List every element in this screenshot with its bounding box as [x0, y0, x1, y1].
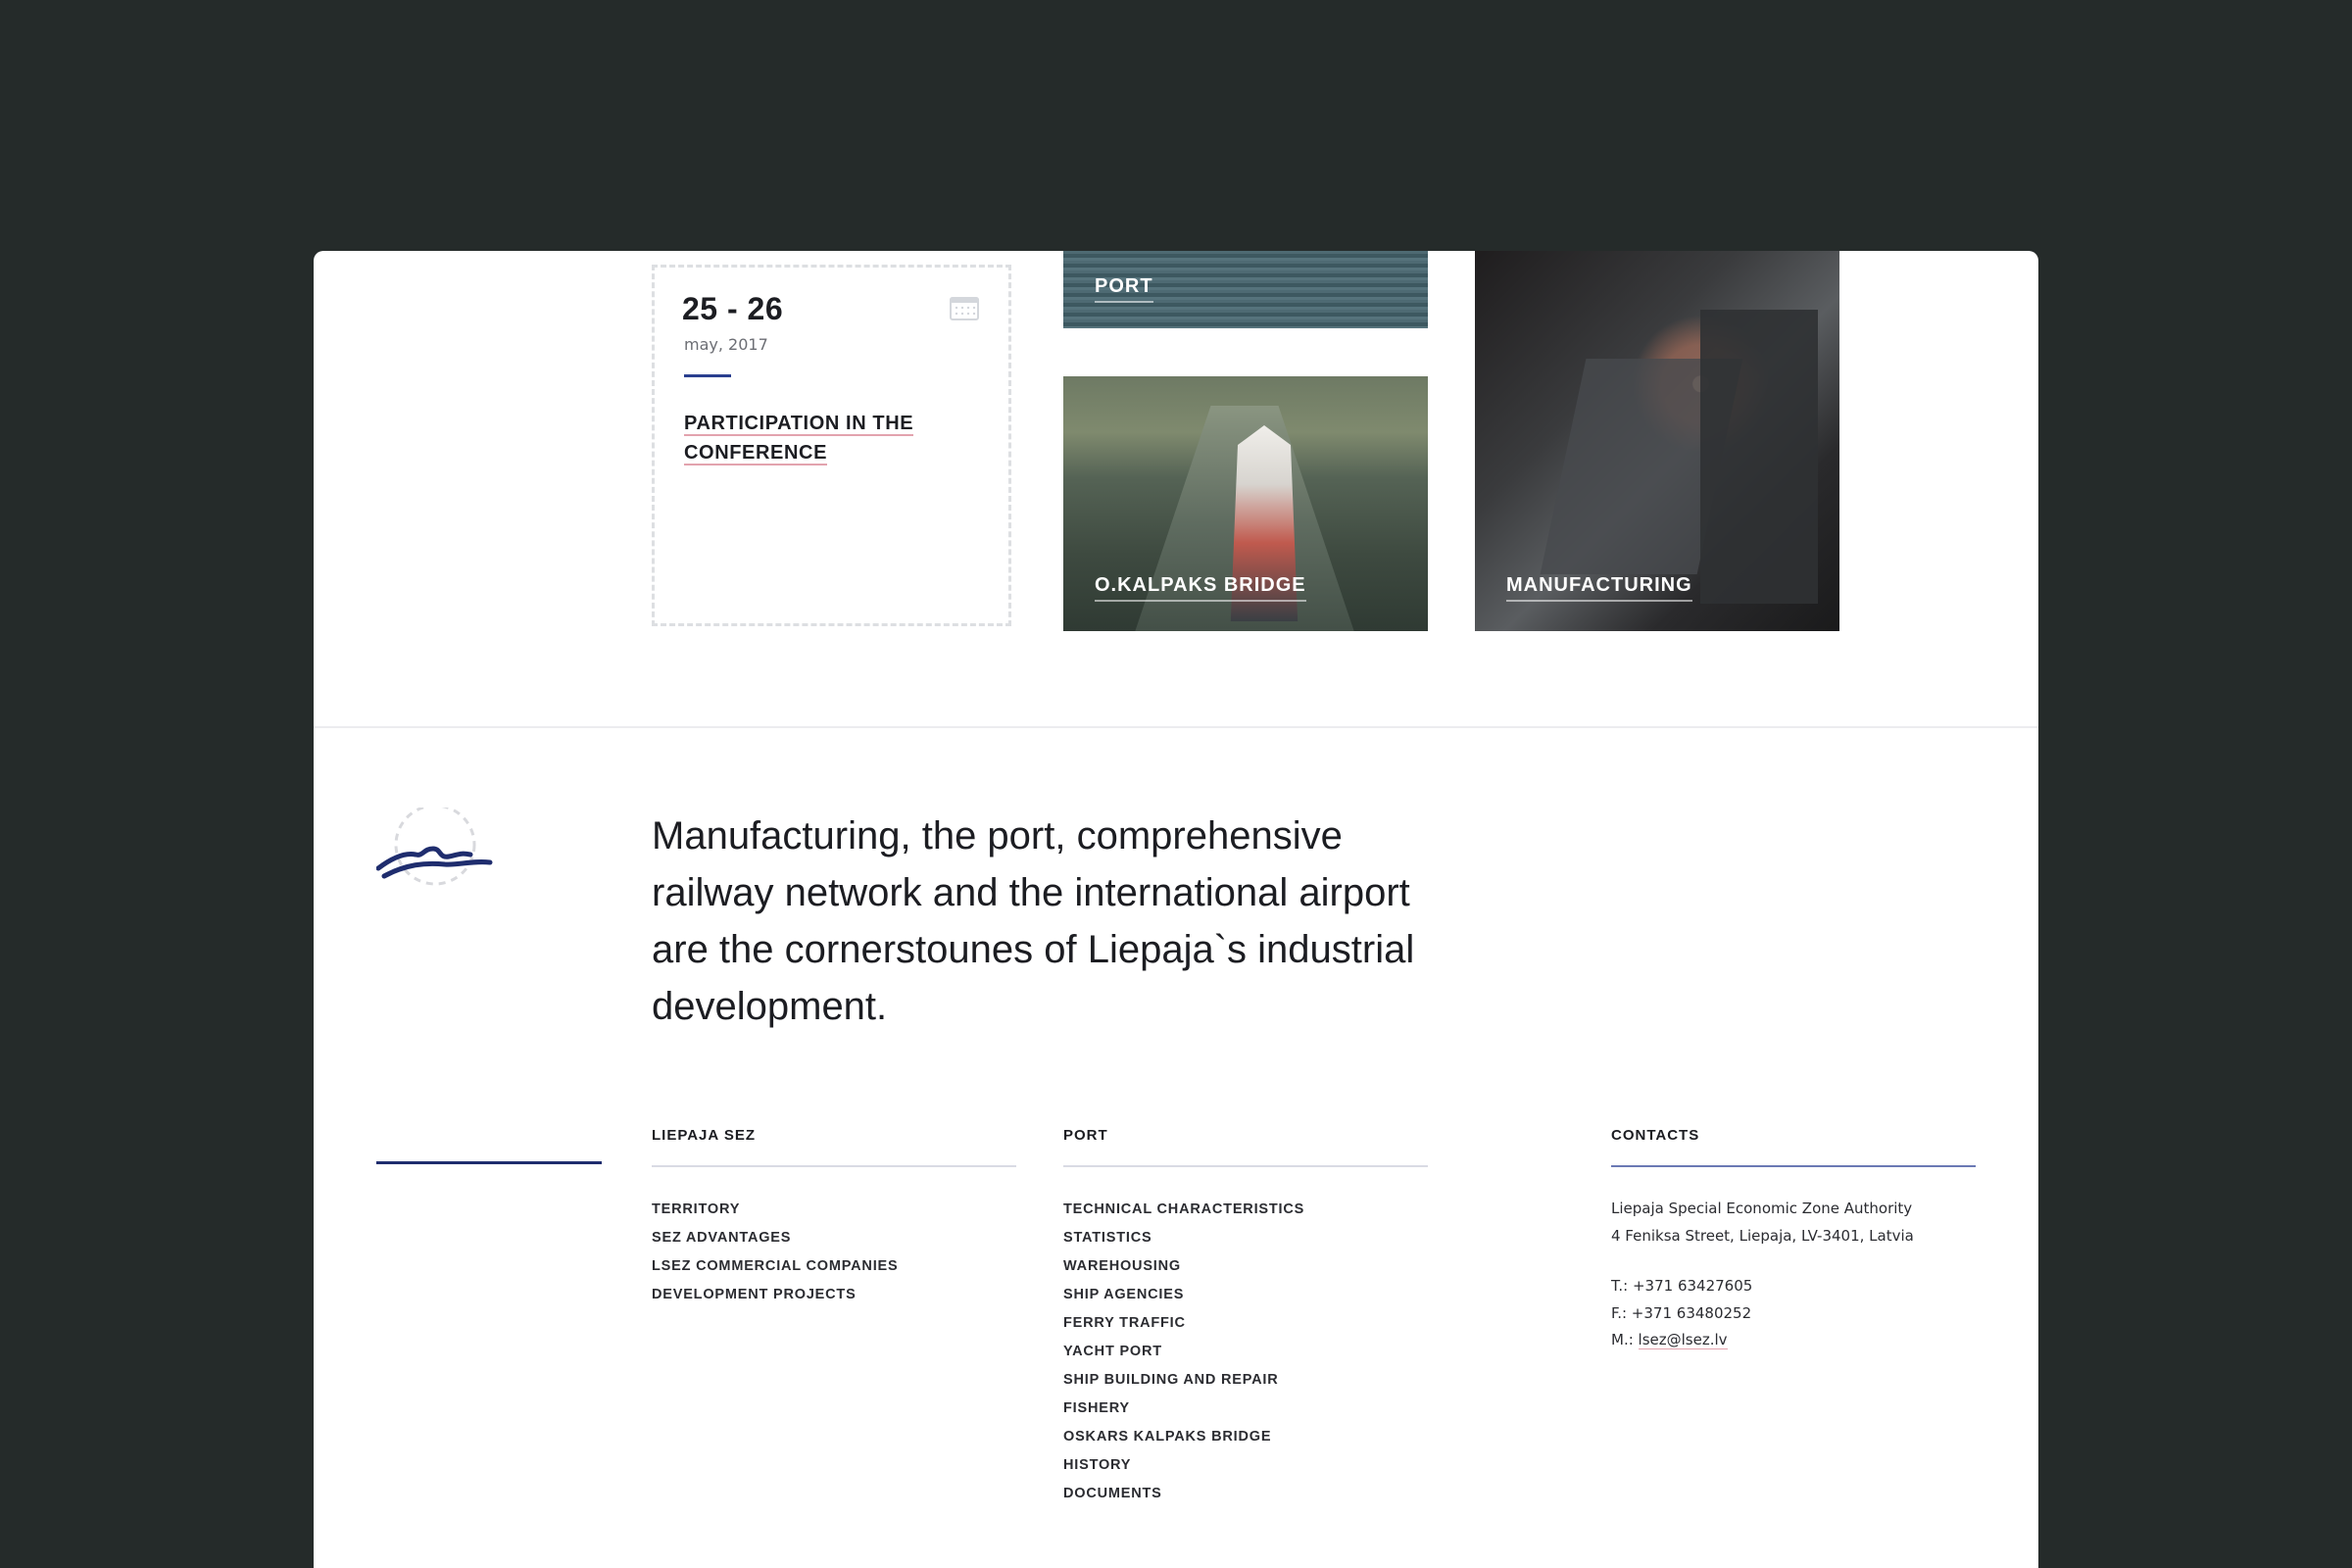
contacts-fax: F.: +371 63480252 [1611, 1303, 1752, 1322]
manufacturing-photo-machine-2 [1700, 310, 1818, 604]
footer-link-statistics[interactable]: STATISTICS [1063, 1224, 1428, 1252]
event-title[interactable]: PARTICIPATION IN THE CONFERENCE [684, 409, 939, 467]
tile-port[interactable]: PORT [1063, 251, 1428, 328]
footer-link-territory[interactable]: TERRITORY [652, 1196, 1016, 1224]
footer-link-history[interactable]: HISTORY [1063, 1451, 1428, 1480]
footer-link-development-projects[interactable]: DEVELOPMENT PROJECTS [652, 1281, 1016, 1309]
footer-list-port: TECHNICAL CHARACTERISTICS STATISTICS WAR… [1063, 1196, 1428, 1508]
contacts-block: Liepaja Special Economic Zone Authority … [1611, 1196, 1976, 1354]
section-divider [314, 726, 2038, 728]
tile-bridge[interactable]: O.KALPAKS BRIDGE [1063, 376, 1428, 631]
footer-link-shipbuilding[interactable]: SHIP BUILDING AND REPAIR [1063, 1366, 1428, 1395]
footer-heading-sez: LIEPAJA SEZ [652, 1127, 757, 1144]
footer-heading-contacts: CONTACTS [1611, 1127, 1700, 1144]
footer-rule-port [1063, 1165, 1428, 1167]
footer-list-sez: TERRITORY SEZ ADVANTAGES LSEZ COMMERCIAL… [652, 1196, 1016, 1309]
footer-link-fishery[interactable]: FISHERY [1063, 1395, 1428, 1423]
contacts-phone: T.: +371 63427605 [1611, 1277, 1753, 1295]
footer-link-ferry[interactable]: FERRY TRAFFIC [1063, 1309, 1428, 1338]
contacts-org: Liepaja Special Economic Zone Authority [1611, 1200, 1913, 1217]
tile-manufacturing-label[interactable]: MANUFACTURING [1506, 574, 1692, 602]
event-date: 25 - 26 [682, 291, 784, 326]
footer-col-sez: LIEPAJA SEZ TERRITORY SEZ ADVANTAGES LSE… [652, 1127, 1016, 1309]
footer-link-commercial-companies[interactable]: LSEZ COMMERCIAL COMPANIES [652, 1252, 1016, 1281]
footer-link-yacht[interactable]: YACHT PORT [1063, 1338, 1428, 1366]
calendar-icon [950, 297, 979, 320]
footer-link-bridge[interactable]: OSKARS KALPAKS BRIDGE [1063, 1423, 1428, 1451]
contacts-address: 4 Feniksa Street, Liepaja, LV-3401, Latv… [1611, 1226, 1914, 1245]
tile-bridge-label[interactable]: O.KALPAKS BRIDGE [1095, 574, 1306, 602]
event-rule [684, 374, 731, 377]
footer-link-technical[interactable]: TECHNICAL CHARACTERISTICS [1063, 1196, 1428, 1224]
footer-rule-contacts [1611, 1165, 1976, 1167]
footer-heading-port: PORT [1063, 1127, 1108, 1144]
tile-port-label[interactable]: PORT [1095, 275, 1153, 303]
footer-link-sez-advantages[interactable]: SEZ ADVANTAGES [652, 1224, 1016, 1252]
event-title-link[interactable]: PARTICIPATION IN THE CONFERENCE [684, 413, 914, 466]
contacts-mail-link[interactable]: lsez@lsez.lv [1638, 1331, 1728, 1349]
footer-link-ship-agencies[interactable]: SHIP AGENCIES [1063, 1281, 1428, 1309]
tile-manufacturing[interactable]: MANUFACTURING [1475, 251, 1839, 631]
footer-link-warehousing[interactable]: WAREHOUSING [1063, 1252, 1428, 1281]
footer-rule-sez [652, 1165, 1016, 1167]
footer-col-port: PORT TECHNICAL CHARACTERISTICS STATISTIC… [1063, 1127, 1428, 1508]
page-card: 25 - 26 may, 2017 PARTICIPATION IN THE C… [314, 251, 2038, 1568]
contacts-mail-prefix: M.: [1611, 1331, 1639, 1348]
footer-link-documents[interactable]: DOCUMENTS [1063, 1480, 1428, 1508]
event-month-year: may, 2017 [684, 335, 768, 354]
tagline: Manufacturing, the port, comprehensive r… [652, 814, 1415, 1028]
event-card[interactable]: 25 - 26 may, 2017 PARTICIPATION IN THE C… [652, 265, 1011, 626]
footer-side-rule [376, 1161, 602, 1164]
contacts-mail-row: M.: lsez@lsez.lv [1611, 1327, 1976, 1354]
footer-col-contacts: CONTACTS Liepaja Special Economic Zone A… [1611, 1127, 1976, 1354]
lsez-logo-icon[interactable] [376, 808, 494, 896]
